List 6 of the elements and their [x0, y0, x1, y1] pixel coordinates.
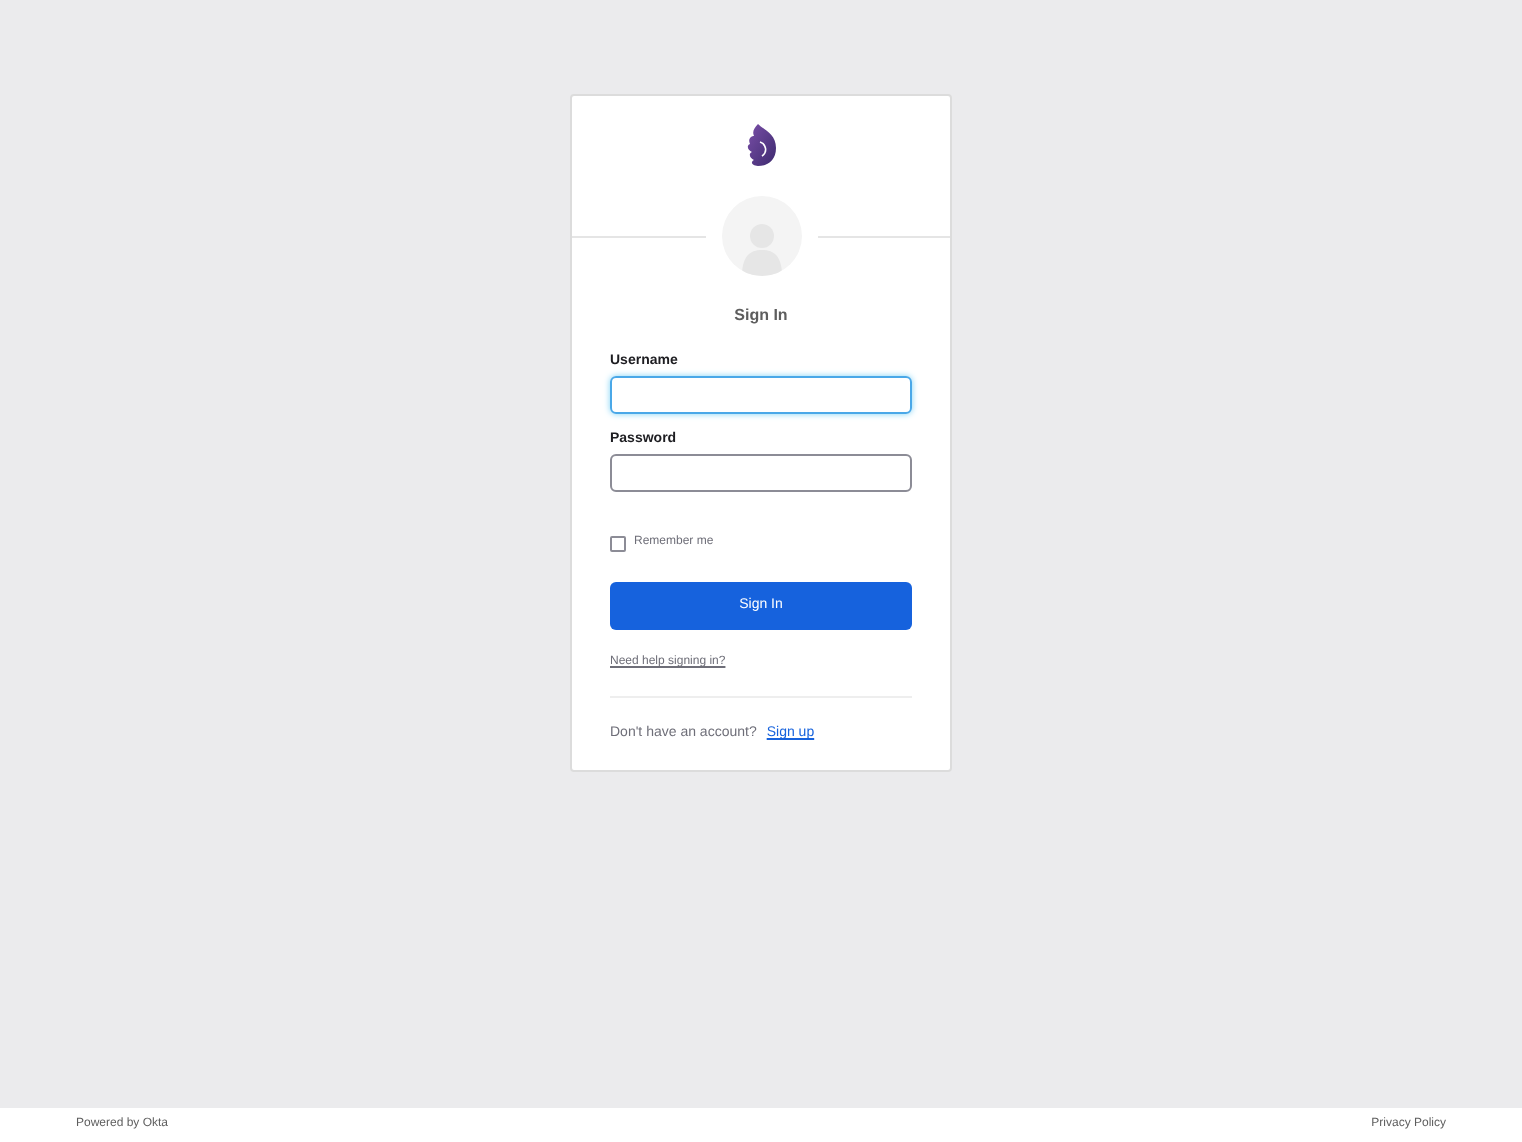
person-silhouette-icon	[739, 220, 783, 276]
form-title: Sign In	[734, 304, 788, 328]
text-field[interactable]	[610, 454, 912, 492]
remember-checkbox[interactable]	[610, 535, 626, 551]
squirrel-logo-icon	[745, 124, 777, 166]
text-field[interactable]	[610, 376, 912, 414]
